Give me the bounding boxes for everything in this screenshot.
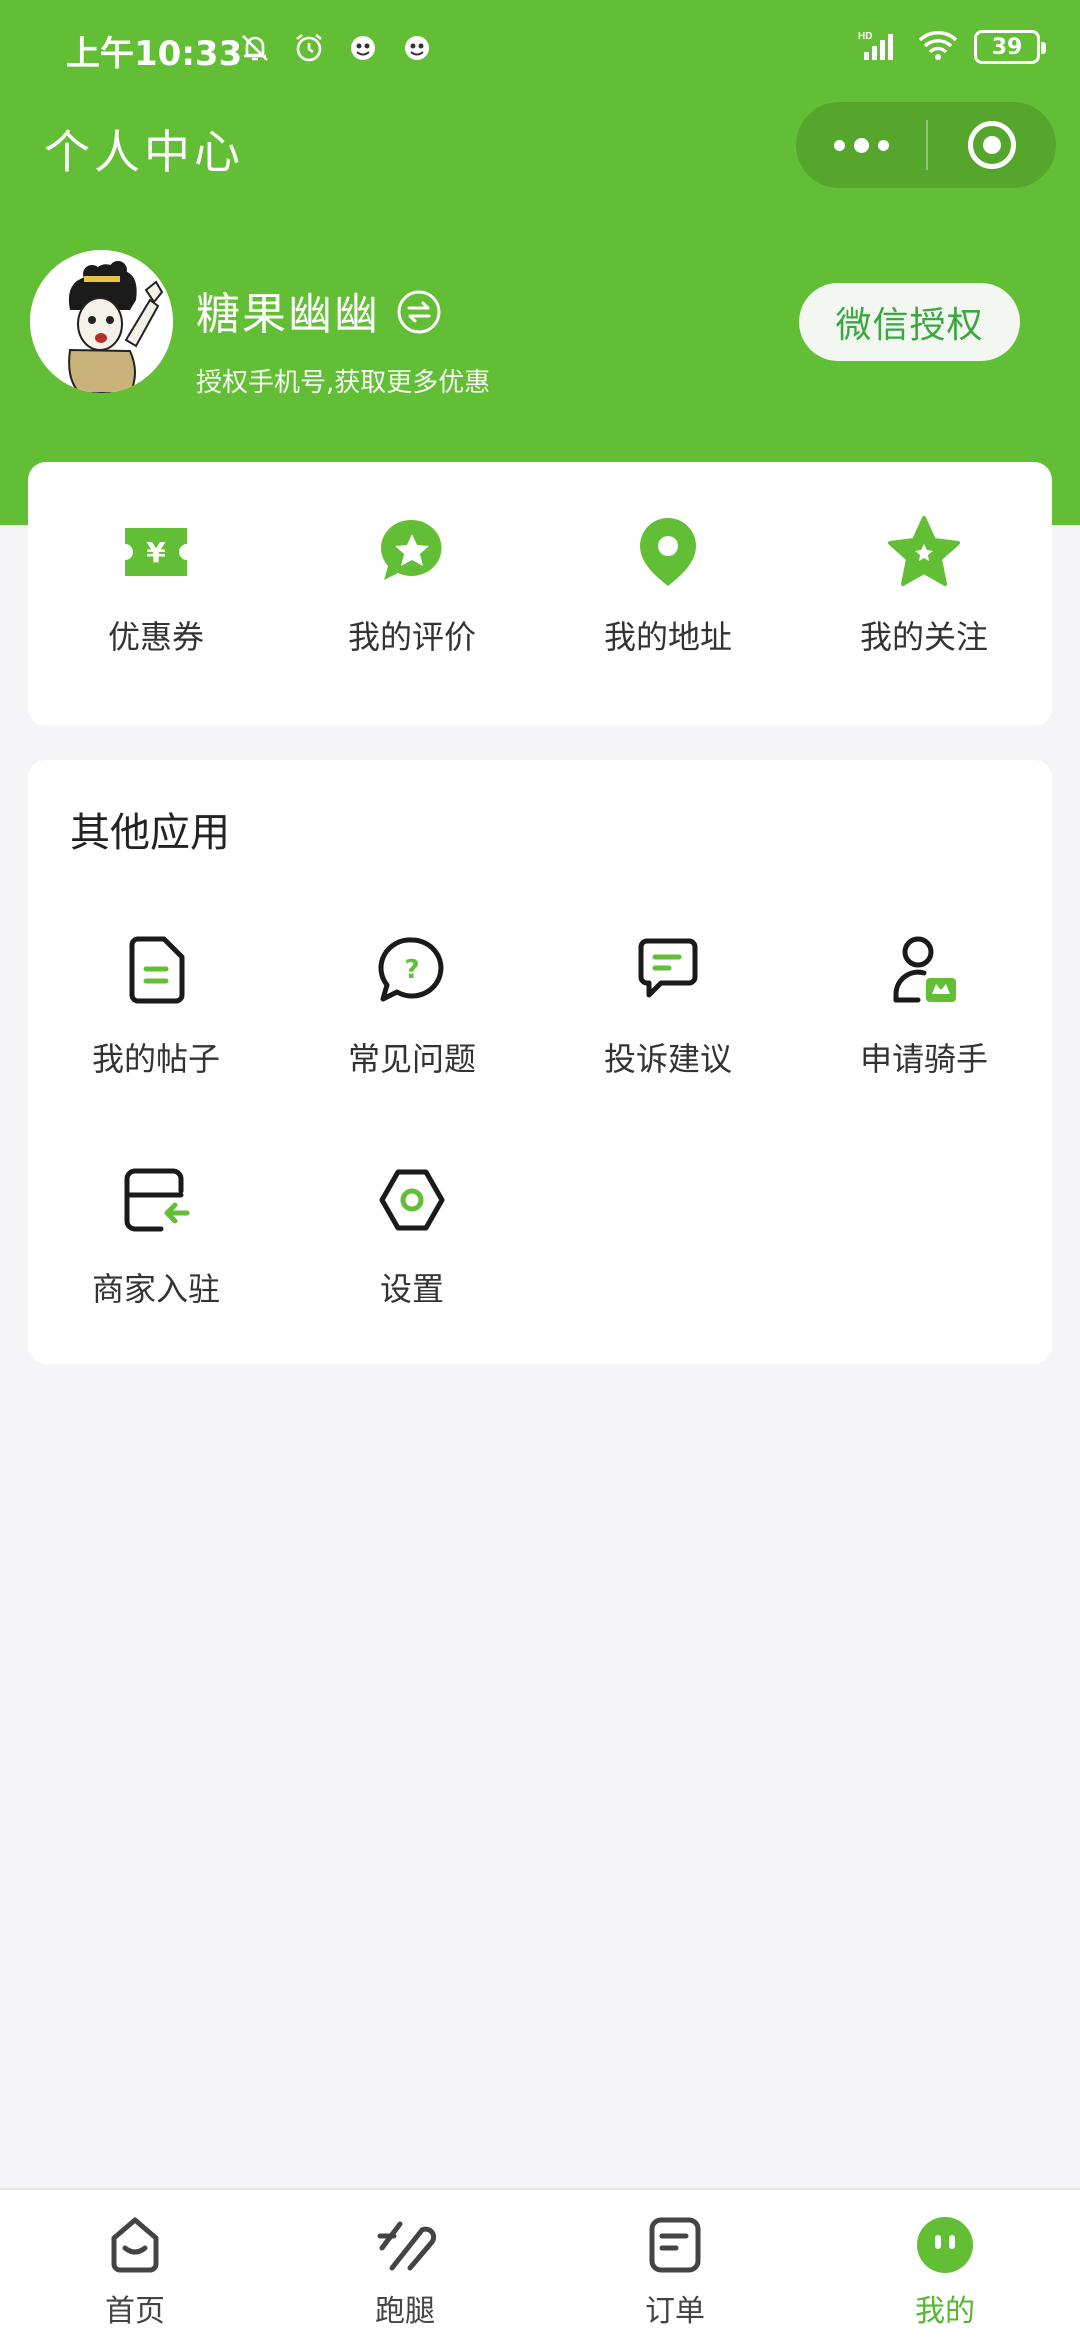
more-dot-icon xyxy=(853,137,869,153)
close-miniprogram-button[interactable] xyxy=(928,102,1056,188)
app-label: 常见问题 xyxy=(347,1040,476,1078)
rider-apply-icon xyxy=(884,930,964,1010)
order-icon xyxy=(642,2212,708,2278)
tab-profile[interactable]: 我的 xyxy=(810,2190,1080,2340)
faq-icon: ? xyxy=(372,930,452,1010)
tab-errand[interactable]: 跑腿 xyxy=(270,2190,540,2340)
tab-label: 跑腿 xyxy=(375,2294,435,2329)
app-rider-apply[interactable]: 申请骑手 xyxy=(796,930,1052,1080)
app-my-posts[interactable]: 我的帖子 xyxy=(28,930,284,1080)
tab-label: 我的 xyxy=(915,2294,975,2329)
review-icon xyxy=(374,514,450,590)
app-settings[interactable]: 设置 xyxy=(284,1160,540,1310)
wechat-auth-button[interactable]: 微信授权 xyxy=(799,283,1020,361)
app-feedback[interactable]: 投诉建议 xyxy=(540,930,796,1080)
tab-label: 首页 xyxy=(105,2294,165,2329)
more-dot-icon xyxy=(877,139,889,151)
auth-hint-text: 授权手机号,获取更多优惠 xyxy=(196,368,491,398)
star-icon xyxy=(886,514,962,590)
app-notification-icon xyxy=(343,28,383,68)
quick-link-reviews[interactable]: 我的评价 xyxy=(284,462,540,726)
mini-program-capsule xyxy=(796,102,1056,188)
status-time: 上午10:33 xyxy=(66,34,243,74)
post-icon xyxy=(116,930,196,1010)
quick-link-follows[interactable]: 我的关注 xyxy=(796,462,1052,726)
profile-icon xyxy=(912,2212,978,2278)
mute-bell-icon xyxy=(235,28,275,68)
app-merchant-join[interactable]: 商家入驻 xyxy=(28,1160,284,1310)
battery-icon: 39 xyxy=(974,30,1046,64)
more-menu-button[interactable] xyxy=(796,102,926,188)
section-title: 其他应用 xyxy=(70,810,230,856)
merchant-join-icon xyxy=(116,1160,196,1240)
target-close-icon xyxy=(968,121,1016,169)
app-label: 申请骑手 xyxy=(859,1040,988,1078)
feedback-icon xyxy=(628,930,708,1010)
app-notification-icon xyxy=(397,28,437,68)
tab-home[interactable]: 首页 xyxy=(0,2190,270,2340)
app-faq[interactable]: ? 常见问题 xyxy=(284,930,540,1080)
coupon-icon: ¥ xyxy=(118,514,194,590)
quick-link-label: 我的关注 xyxy=(859,618,988,656)
app-label: 我的帖子 xyxy=(91,1040,220,1078)
status-notification-icons xyxy=(235,28,437,68)
app-label: 商家入驻 xyxy=(91,1270,220,1308)
tab-label: 订单 xyxy=(645,2294,705,2329)
signal-icon: HD xyxy=(858,28,902,66)
svg-text:¥: ¥ xyxy=(146,536,166,569)
other-apps-card: 其他应用 我的帖子 ? 常见问题 投诉建议 申请骑手 商家入驻 设置 xyxy=(28,760,1052,1364)
settings-icon xyxy=(372,1160,452,1240)
quick-link-label: 优惠券 xyxy=(107,618,204,656)
quick-link-address[interactable]: 我的地址 xyxy=(540,462,796,726)
page-title: 个人中心 xyxy=(44,125,244,179)
home-icon xyxy=(102,2212,168,2278)
status-bar: 上午10:33 HD 39 xyxy=(0,0,1080,100)
quick-link-coupon[interactable]: ¥ 优惠券 xyxy=(28,462,284,726)
username: 糖果幽幽 xyxy=(196,289,380,340)
app-label: 投诉建议 xyxy=(603,1040,732,1078)
wifi-icon xyxy=(916,28,960,66)
more-dot-icon xyxy=(833,139,845,151)
quick-links-card: ¥ 优惠券 我的评价 我的地址 我的关注 xyxy=(28,462,1052,726)
svg-text:?: ? xyxy=(404,955,419,985)
quick-link-label: 我的评价 xyxy=(347,618,476,656)
errand-icon xyxy=(372,2212,438,2278)
switch-account-icon[interactable] xyxy=(396,289,442,335)
alarm-icon xyxy=(289,28,329,68)
avatar[interactable] xyxy=(30,250,173,393)
location-icon xyxy=(630,514,706,590)
quick-link-label: 我的地址 xyxy=(603,618,732,656)
app-label: 设置 xyxy=(379,1270,444,1308)
tab-orders[interactable]: 订单 xyxy=(540,2190,810,2340)
status-system-icons: HD 39 xyxy=(858,28,1046,66)
bottom-tab-bar: 首页 跑腿 订单 我的 xyxy=(0,2188,1080,2340)
svg-text:HD: HD xyxy=(858,31,872,42)
battery-level: 39 xyxy=(991,34,1023,60)
